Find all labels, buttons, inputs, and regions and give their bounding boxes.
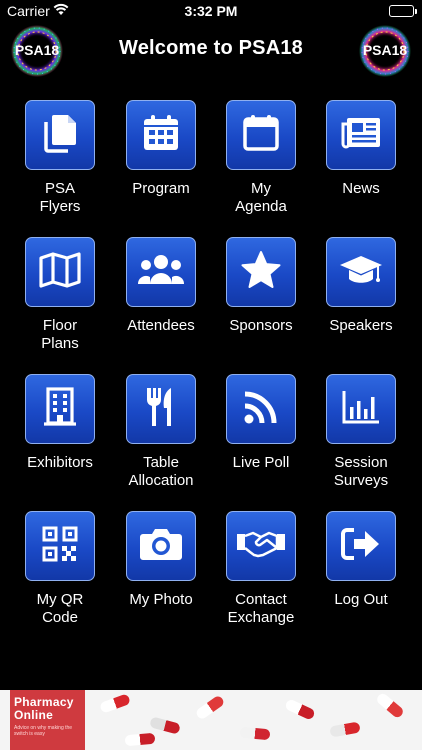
map-icon: [38, 251, 82, 293]
program-button[interactable]: [126, 100, 196, 170]
status-bar: Carrier 3:32 PM: [0, 0, 422, 22]
tile-label: Program: [132, 180, 190, 197]
sign-out-icon: [340, 526, 382, 567]
live-poll-button[interactable]: [226, 374, 296, 444]
rss-icon: [242, 388, 280, 431]
tile-label: Exhibitors: [27, 454, 93, 471]
tile-log-out[interactable]: Log Out: [311, 511, 411, 609]
ad-banner[interactable]: Pharmacy Online Advice on why making the…: [0, 690, 422, 750]
tile-psa-flyers[interactable]: PSA Flyers: [10, 100, 110, 216]
tile-my-qr-code[interactable]: My QR Code: [10, 511, 110, 627]
tile-label: News: [342, 180, 380, 197]
tile-live-poll[interactable]: Live Poll: [211, 374, 311, 472]
calendar-icon: [242, 114, 280, 157]
tile-table-allocation[interactable]: Table Allocation: [111, 374, 211, 490]
graduation-cap-icon: [338, 253, 384, 292]
logo-text: PSA18: [362, 42, 408, 58]
tile-my-photo[interactable]: My Photo: [111, 511, 211, 609]
exhibitors-button[interactable]: [25, 374, 95, 444]
my-agenda-button[interactable]: [226, 100, 296, 170]
app-header: PSA18 Welcome to PSA18 PSA18: [0, 22, 422, 80]
tile-label: Session Surveys: [333, 454, 389, 489]
table-allocation-button[interactable]: [126, 374, 196, 444]
battery-icon: [389, 5, 417, 17]
tile-label: Live Poll: [232, 454, 290, 471]
tile-my-agenda[interactable]: My Agenda: [211, 100, 311, 216]
tile-session-surveys[interactable]: Session Surveys: [311, 374, 411, 490]
session-surveys-button[interactable]: [326, 374, 396, 444]
tile-label: PSA Flyers: [39, 180, 81, 215]
sponsors-button[interactable]: [226, 237, 296, 307]
floor-plans-button[interactable]: [25, 237, 95, 307]
psa18-logo-right: PSA18: [348, 24, 422, 78]
tile-label: Floor Plans: [41, 317, 79, 352]
tile-label: Log Out: [334, 591, 388, 608]
ad-subtitle: Advice on why making the switch is easy: [14, 725, 73, 737]
star-icon: [240, 250, 282, 295]
tile-speakers[interactable]: Speakers: [311, 237, 411, 335]
ad-brand-box[interactable]: Pharmacy Online Advice on why making the…: [10, 690, 85, 750]
psa-flyers-button[interactable]: [25, 100, 95, 170]
tile-exhibitors[interactable]: Exhibitors: [10, 374, 110, 472]
ad-title: Pharmacy Online: [14, 695, 74, 722]
handshake-icon: [236, 528, 286, 565]
tile-label: My Photo: [129, 591, 193, 608]
newspaper-icon: [340, 116, 382, 155]
tile-label: Attendees: [127, 317, 195, 334]
cutlery-icon: [143, 386, 179, 433]
tile-label: Sponsors: [229, 317, 293, 334]
tile-floor-plans[interactable]: Floor Plans: [10, 237, 110, 353]
tile-label: Contact Exchange: [227, 591, 295, 626]
tile-program[interactable]: Program: [111, 100, 211, 198]
tile-label: Speakers: [329, 317, 393, 334]
tile-label: My QR Code: [36, 591, 84, 626]
copy-icon: [42, 113, 78, 158]
log-out-button[interactable]: [326, 511, 396, 581]
attendees-button[interactable]: [126, 237, 196, 307]
bar-chart-icon: [341, 389, 381, 430]
tile-contact-exchange[interactable]: Contact Exchange: [211, 511, 311, 627]
qr-code-icon: [41, 525, 79, 568]
news-button[interactable]: [326, 100, 396, 170]
tile-news[interactable]: News: [311, 100, 411, 198]
tile-label: Table Allocation: [128, 454, 194, 489]
contact-exchange-button[interactable]: [226, 511, 296, 581]
tile-sponsors[interactable]: Sponsors: [211, 237, 311, 335]
tile-attendees[interactable]: Attendees: [111, 237, 211, 335]
clock: 3:32 PM: [184, 3, 238, 19]
speakers-button[interactable]: [326, 237, 396, 307]
my-qr-code-button[interactable]: [25, 511, 95, 581]
users-icon: [137, 254, 185, 291]
camera-icon: [139, 526, 183, 567]
building-icon: [42, 386, 78, 432]
calendar-grid-icon: [142, 114, 180, 157]
tile-label: My Agenda: [235, 180, 287, 215]
my-photo-button[interactable]: [126, 511, 196, 581]
